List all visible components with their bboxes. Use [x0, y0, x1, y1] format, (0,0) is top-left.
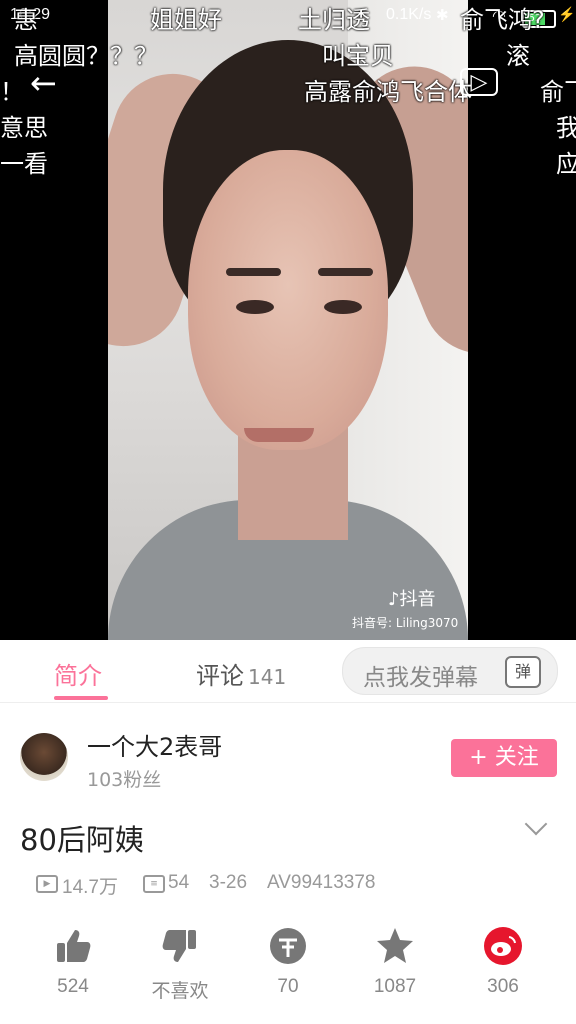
- video-subject-brow-right: [318, 268, 373, 276]
- douyin-logo-icon: ♪: [388, 589, 400, 610]
- tab-comments-label: 评论: [196, 662, 244, 690]
- video-subject-brow-left: [226, 268, 281, 276]
- expand-chevron-icon[interactable]: [524, 812, 548, 836]
- bluetooth-icon: ✱: [436, 7, 449, 24]
- favorite-button[interactable]: 1087: [345, 926, 445, 998]
- video-title: 80后阿姨: [20, 823, 144, 857]
- danmaku-item: 土归透: [298, 6, 370, 34]
- favorite-count: 1087: [373, 976, 417, 997]
- back-arrow-icon[interactable]: ←: [30, 64, 57, 102]
- danmaku-item: 应: [556, 150, 576, 178]
- video-subject-mouth: [244, 428, 314, 442]
- thumbs-down-icon: [162, 930, 196, 962]
- send-danmaku-button[interactable]: 点我发弹幕 弹: [342, 647, 558, 695]
- coin-button[interactable]: 70: [238, 926, 338, 998]
- uploader-avatar[interactable]: [20, 733, 68, 781]
- like-button[interactable]: 524: [23, 926, 123, 998]
- danmaku-item: 一看: [0, 150, 48, 178]
- uploader-name[interactable]: 一个大2表哥: [87, 727, 222, 762]
- danmaku-item: 惠: [14, 6, 38, 34]
- danmaku-item: 叫宝贝: [322, 42, 394, 70]
- danmaku-item: 我: [556, 114, 576, 142]
- coin-count: 70: [277, 976, 299, 997]
- video-subject-eye-right: [324, 300, 362, 314]
- coin-icon: [270, 928, 306, 964]
- danmaku-item: 高露俞鸿飞合体: [304, 78, 472, 106]
- danmaku-item: ！: [0, 78, 24, 106]
- tab-intro-underline: [54, 696, 108, 700]
- like-count: 524: [57, 976, 89, 997]
- follow-button[interactable]: + 关注: [451, 739, 557, 777]
- tv-cast-icon[interactable]: ▷: [460, 68, 498, 96]
- video-subject-face: [188, 150, 388, 450]
- danmaku-count: 54: [168, 872, 190, 893]
- danmaku-item: 滚: [506, 42, 530, 70]
- watermark-text: 抖音: [399, 589, 436, 610]
- share-button[interactable]: 306: [453, 926, 553, 998]
- status-net-speed: 0.1K/s: [386, 6, 432, 23]
- play-count: 14.7万: [62, 877, 118, 898]
- dislike-label: 不喜欢: [151, 981, 209, 1002]
- danmaku-count-icon: ≡: [143, 875, 165, 893]
- send-danmaku-placeholder: 点我发弹幕: [363, 665, 478, 691]
- tab-comments-count: 141: [248, 665, 287, 689]
- weibo-icon: [484, 927, 522, 965]
- share-count: 306: [487, 976, 519, 997]
- thumbs-up-icon: [57, 930, 91, 962]
- douyin-watermark: ♪抖音: [388, 585, 436, 611]
- video-subject-eye-left: [236, 300, 274, 314]
- danmaku-item: 俞飞鸿?: [460, 6, 545, 34]
- video-player[interactable]: 16:29 0.1K/s ✱ ◠ 52 ⚡ 惠 姐姐好 土归透 俞飞鸿? 高圆圆…: [0, 0, 576, 640]
- tab-comments[interactable]: 评论 141: [196, 656, 286, 691]
- danmaku-icon[interactable]: 弹: [505, 656, 541, 688]
- dislike-button[interactable]: 不喜欢: [130, 926, 230, 1003]
- danmaku-item: 姐姐好: [150, 6, 222, 34]
- watermark-id: 抖音号: Liling3070: [352, 616, 459, 630]
- star-icon: [377, 928, 413, 963]
- danmaku-item: 意思: [0, 114, 48, 142]
- charging-icon: ⚡: [558, 6, 576, 22]
- av-number: AV99413378: [267, 872, 376, 893]
- danmaku-item: 俞飞: [540, 78, 576, 106]
- upload-date: 3-26: [209, 872, 248, 893]
- play-count-icon: ▶: [36, 875, 58, 893]
- tab-intro[interactable]: 简介: [54, 656, 102, 691]
- uploader-fans: 103粉丝: [87, 769, 162, 791]
